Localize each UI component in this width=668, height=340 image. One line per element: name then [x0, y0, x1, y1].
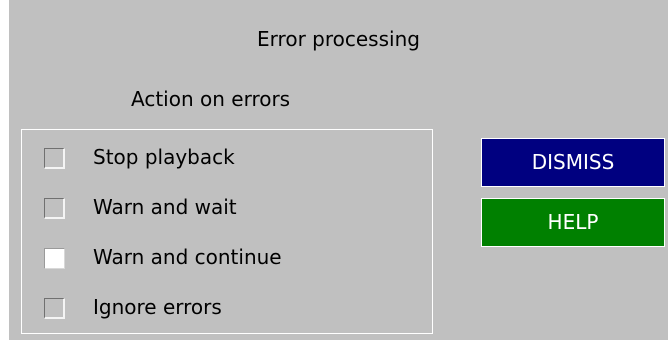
checkbox-stop-playback[interactable]	[44, 148, 65, 169]
section-label: Action on errors	[131, 87, 291, 111]
error-processing-panel: Error processing Action on errors Stop p…	[0, 0, 668, 340]
checkbox-ignore-errors[interactable]	[44, 298, 65, 319]
dismiss-button[interactable]: DISMISS	[481, 138, 665, 187]
help-button[interactable]: HELP	[481, 198, 665, 247]
option-ignore-errors[interactable]: Ignore errors	[22, 288, 432, 328]
option-label: Warn and continue	[93, 245, 282, 269]
option-label: Stop playback	[93, 145, 235, 169]
dialog-title: Error processing	[257, 27, 420, 51]
option-warn-and-continue[interactable]: Warn and continue	[22, 238, 432, 278]
option-stop-playback[interactable]: Stop playback	[22, 138, 432, 178]
checkbox-warn-and-continue[interactable]	[44, 248, 65, 269]
option-label: Warn and wait	[93, 195, 237, 219]
checkbox-warn-and-wait[interactable]	[44, 198, 65, 219]
option-warn-and-wait[interactable]: Warn and wait	[22, 188, 432, 228]
left-edge-strip	[0, 0, 9, 340]
option-label: Ignore errors	[93, 295, 222, 319]
error-action-group: Stop playback Warn and wait Warn and con…	[21, 129, 433, 334]
